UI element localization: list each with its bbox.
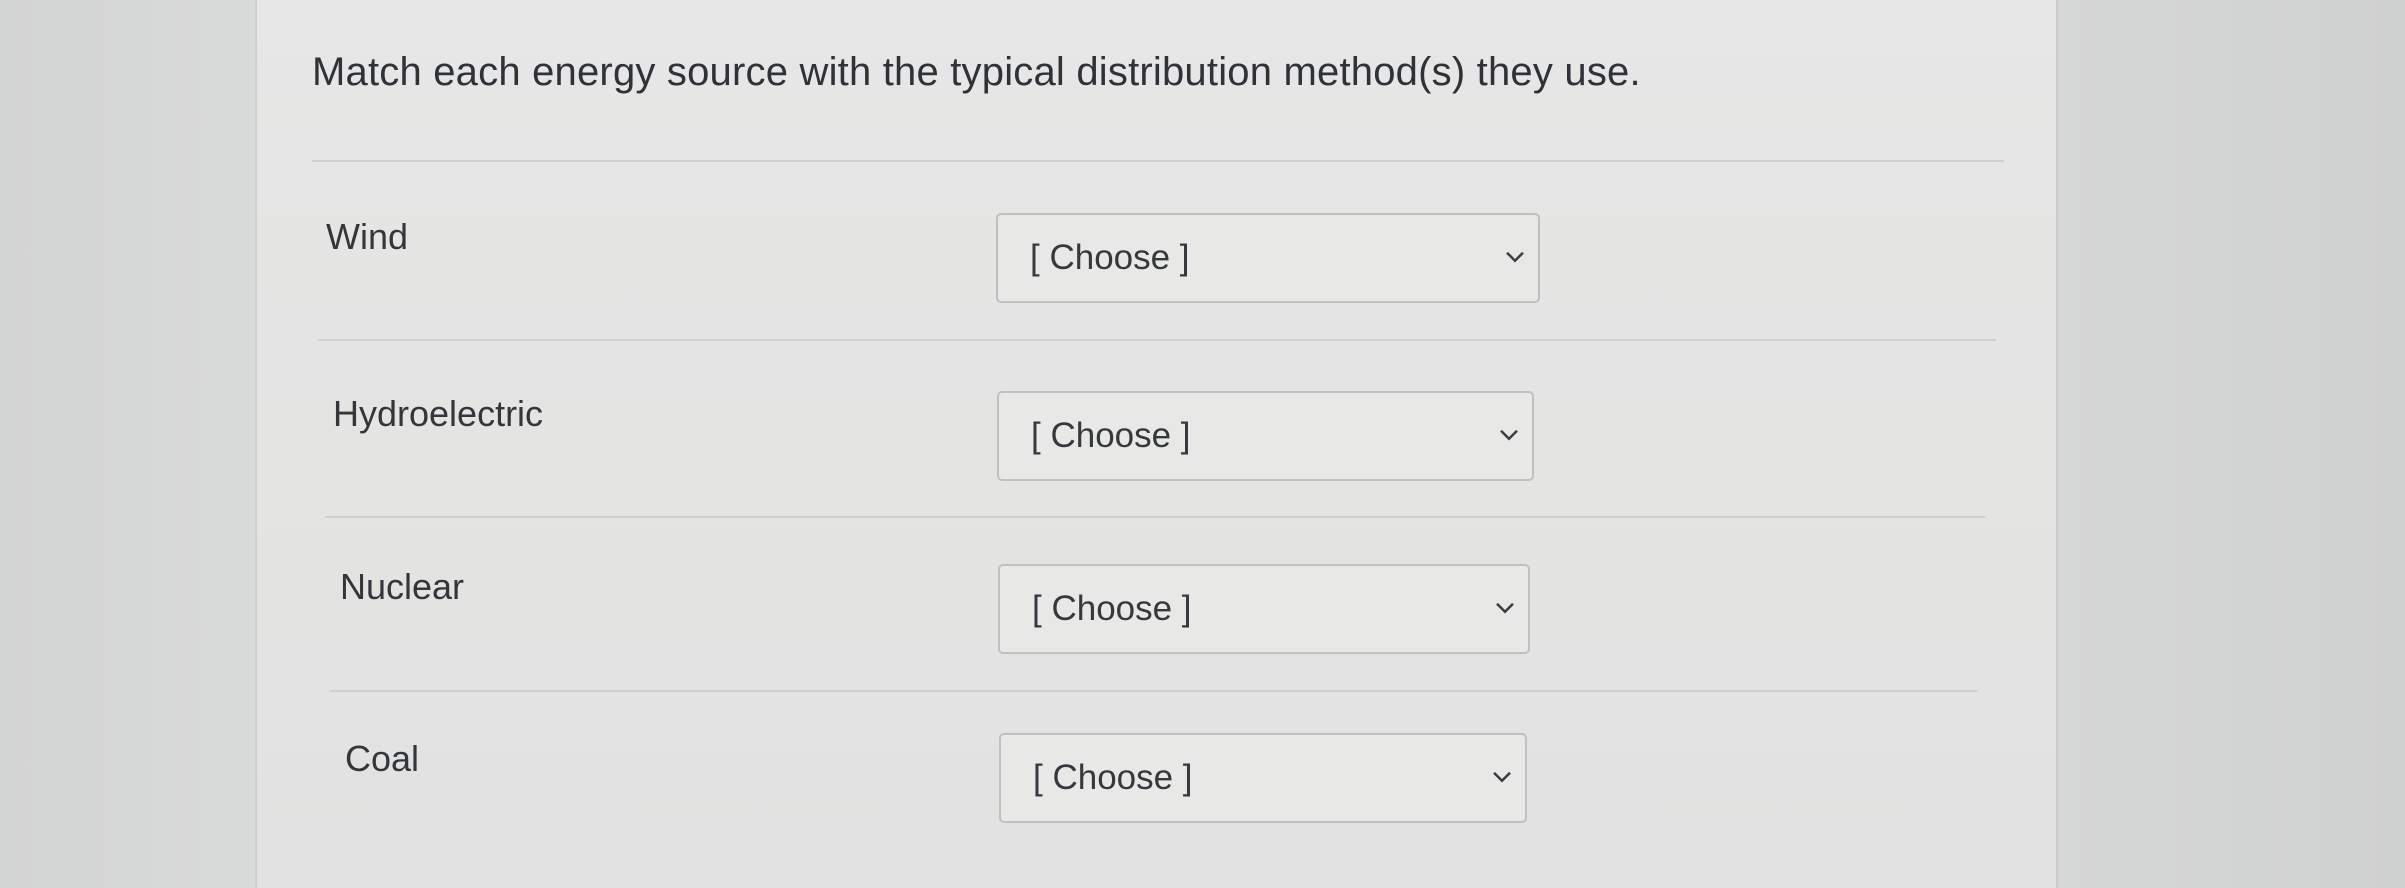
divider — [325, 516, 1986, 518]
select-value: [ Choose ] — [1032, 589, 1192, 628]
answer-select-nuclear[interactable]: [ Choose ] — [998, 564, 1530, 654]
row-label-coal: Coal — [345, 738, 420, 779]
answer-select-wind[interactable]: [ Choose ] — [996, 213, 1540, 303]
row-label-hydroelectric: Hydroelectric — [333, 393, 544, 434]
select-value: [ Choose ] — [1033, 758, 1193, 797]
row-label-wind: Wind — [326, 216, 409, 257]
chevron-down-icon — [1506, 251, 1524, 263]
divider — [312, 160, 2004, 162]
divider — [318, 339, 1996, 341]
answer-select-hydroelectric[interactable]: [ Choose ] — [997, 391, 1534, 481]
screen: Match each energy source with the typica… — [0, 0, 2405, 888]
question-text: Match each energy source with the typica… — [312, 50, 1641, 94]
left-gutter — [0, 0, 255, 888]
right-gutter — [2058, 0, 2405, 888]
select-value: [ Choose ] — [1031, 416, 1191, 455]
divider — [330, 690, 1978, 692]
row-label-nuclear: Nuclear — [340, 566, 465, 607]
chevron-down-icon — [1493, 771, 1511, 783]
chevron-down-icon — [1496, 602, 1514, 614]
select-value: [ Choose ] — [1030, 238, 1190, 277]
chevron-down-icon — [1500, 429, 1518, 441]
answer-select-coal[interactable]: [ Choose ] — [999, 733, 1527, 823]
